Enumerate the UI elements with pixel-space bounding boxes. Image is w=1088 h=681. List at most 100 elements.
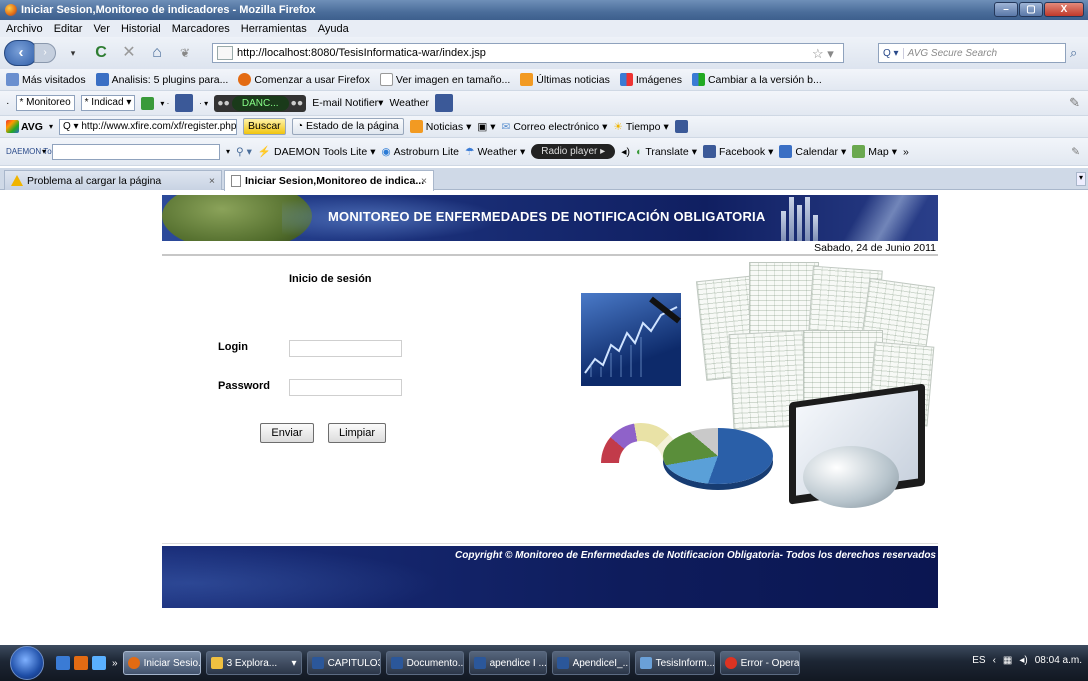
estado-pagina-button[interactable]: ◔ Estado de la página: [291, 118, 404, 135]
minimize-button[interactable]: –: [994, 2, 1018, 17]
daemon-combo[interactable]: [52, 143, 221, 160]
dropdown-icon[interactable]: ▾: [42, 147, 46, 156]
globe-icon: [6, 73, 19, 86]
enviar-button[interactable]: Enviar: [260, 423, 314, 443]
bookmark-comenzar-firefox[interactable]: Comenzar a usar Firefox: [238, 73, 370, 86]
addon-icon[interactable]: ❦: [174, 42, 196, 64]
weather-button[interactable]: ☂ Weather ▾: [465, 146, 525, 158]
language-indicator[interactable]: ES: [972, 655, 985, 666]
menu-herramientas[interactable]: Herramientas: [241, 23, 307, 35]
weather-button[interactable]: Weather: [389, 97, 429, 109]
dropdown-icon[interactable]: · ▾: [199, 99, 208, 108]
show-desktop-icon[interactable]: [56, 656, 70, 670]
taskbar-item-word-documento[interactable]: Documento...: [385, 651, 464, 675]
tab-problema[interactable]: Problema al cargar la página ×: [4, 170, 222, 190]
menu-editar[interactable]: Editar: [54, 23, 83, 35]
bookmark-ultimas-noticias[interactable]: Últimas noticias: [520, 73, 610, 86]
search-icon[interactable]: ⚲ ▾: [236, 146, 252, 158]
limpiar-button[interactable]: Limpiar: [328, 423, 386, 443]
url-text[interactable]: http://localhost:8080/TesisInformatica-w…: [237, 47, 486, 59]
search-engine-selector[interactable]: Q ▾: [879, 47, 904, 59]
network-icon[interactable]: ▦: [1003, 655, 1012, 666]
taskbar-item-opera[interactable]: Error - Opera: [719, 651, 800, 675]
taskbar-item-explorer[interactable]: 3 Explora... ▾: [205, 651, 302, 675]
avg-search-input[interactable]: Q ▾ http://www.xfire.com/xf/register.php: [59, 118, 237, 135]
bookmark-mas-visitados[interactable]: Más visitados: [6, 73, 86, 86]
quick-launch-overflow-icon[interactable]: »: [112, 658, 118, 669]
tab-iniciar-sesion[interactable]: Iniciar Sesion,Monitoreo de indica... ×: [224, 170, 434, 191]
tab-close-icon[interactable]: ×: [421, 175, 427, 187]
menu-historial[interactable]: Historial: [121, 23, 161, 35]
indicad-combo[interactable]: * Indicad ▾: [80, 95, 136, 111]
overflow-chevron-icon[interactable]: »: [903, 146, 909, 158]
url-bar[interactable]: http://localhost:8080/TesisInformatica-w…: [212, 43, 844, 63]
stop-icon[interactable]: ✕: [118, 42, 140, 64]
bookmark-analisis[interactable]: Analisis: 5 plugins para...: [95, 73, 228, 86]
taskbar-item-firefox[interactable]: Iniciar Sesio...: [122, 651, 201, 675]
correo-button[interactable]: ✉ Correo electrónico ▾: [502, 121, 608, 133]
menu-ayuda[interactable]: Ayuda: [318, 23, 349, 35]
map-button[interactable]: Map ▾: [852, 145, 897, 158]
facebook-icon[interactable]: [674, 120, 688, 133]
tab-list-dropdown-icon[interactable]: ▾: [1076, 172, 1086, 186]
wrench-icon[interactable]: ✎: [1071, 146, 1080, 158]
volume-icon[interactable]: ◂): [621, 146, 630, 158]
dropdown-icon[interactable]: ▾ ·: [160, 99, 169, 108]
taskbar-item-netbeans[interactable]: TesisInform...: [634, 651, 715, 675]
facebook-icon[interactable]: [434, 94, 453, 112]
menu-ver[interactable]: Ver: [93, 23, 110, 35]
facebook-button[interactable]: Facebook ▾: [702, 145, 773, 158]
reload-icon[interactable]: C: [90, 42, 112, 64]
search-box[interactable]: Q ▾ AVG Secure Search: [878, 43, 1066, 63]
monitoreo-combo[interactable]: * Monitoreo: [15, 95, 75, 111]
menu-marcadores[interactable]: Marcadores: [172, 23, 230, 35]
buscar-button[interactable]: Buscar: [243, 118, 286, 135]
bookmark-label: Últimas noticias: [536, 73, 610, 86]
toolbar-icon[interactable]: ▣ ▾: [477, 121, 495, 133]
bookmark-ver-imagen[interactable]: Ver imagen en tamaño...: [379, 73, 510, 86]
forward-button[interactable]: ›: [34, 43, 56, 63]
dropdown-icon[interactable]: ▾: [49, 122, 53, 131]
bookmark-cambiar-version[interactable]: Cambiar a la versión b...: [691, 73, 822, 86]
dropdown-icon[interactable]: ▾: [226, 147, 230, 156]
wrench-icon[interactable]: ✎: [1069, 95, 1080, 111]
taskbar-item-word-capitulo[interactable]: CAPITULO3...: [306, 651, 381, 675]
translate-button[interactable]: ◐ Translate ▾: [636, 146, 697, 158]
menu-archivo[interactable]: Archivo: [6, 23, 43, 35]
search-go-icon[interactable]: ⌕: [1070, 45, 1077, 61]
tray-expand-icon[interactable]: ‹: [993, 655, 996, 666]
search-placeholder[interactable]: AVG Secure Search: [908, 48, 998, 59]
close-button[interactable]: X: [1044, 2, 1084, 17]
media-player[interactable]: ●● DANC... ●●: [214, 94, 307, 112]
daemon-logo[interactable]: DAEMON Tools: [6, 147, 62, 156]
media-controls-icon[interactable]: ●●: [291, 97, 304, 109]
green-arrow-icon[interactable]: [141, 96, 155, 110]
home-icon[interactable]: ⌂: [146, 42, 168, 64]
taskbar-label: Documento...: [406, 657, 464, 669]
calendar-button[interactable]: Calendar ▾: [779, 145, 846, 158]
noticias-button[interactable]: Noticias ▾: [409, 120, 471, 133]
astroburn-button[interactable]: ◉ Astroburn Lite: [381, 146, 459, 158]
avg-logo[interactable]: AVG: [6, 120, 43, 133]
media-buttons-icon[interactable]: ●●: [217, 97, 230, 109]
media-player-icon[interactable]: [74, 656, 88, 670]
taskbar-item-word-apendiceI[interactable]: ApendiceI_...: [551, 651, 630, 675]
tab-close-icon[interactable]: ×: [209, 175, 215, 187]
back-button[interactable]: ‹: [4, 40, 38, 66]
maximize-button[interactable]: ▢: [1019, 2, 1043, 17]
start-button[interactable]: [10, 646, 44, 680]
clock[interactable]: 08:04 a.m.: [1035, 655, 1082, 666]
taskbar-item-word-apendice[interactable]: apendice I ...: [468, 651, 547, 675]
facebook-icon[interactable]: [175, 94, 194, 112]
history-dropdown-icon[interactable]: ▾: [62, 42, 84, 64]
volume-icon[interactable]: ◂): [1019, 655, 1027, 666]
login-input[interactable]: [289, 340, 402, 357]
internet-explorer-icon[interactable]: [92, 656, 106, 670]
bookmark-star-icon[interactable]: ☆ ▾: [812, 46, 834, 62]
radio-player[interactable]: Radio player ▸: [531, 144, 616, 159]
bookmark-imagenes[interactable]: Imágenes: [619, 73, 682, 86]
tiempo-button[interactable]: ☀ Tiempo ▾: [613, 121, 668, 133]
daemon-lite-button[interactable]: ⚡ DAEMON Tools Lite ▾: [258, 145, 376, 159]
email-notifier[interactable]: E-mail Notifier▾: [312, 97, 383, 109]
password-input[interactable]: [289, 379, 402, 396]
